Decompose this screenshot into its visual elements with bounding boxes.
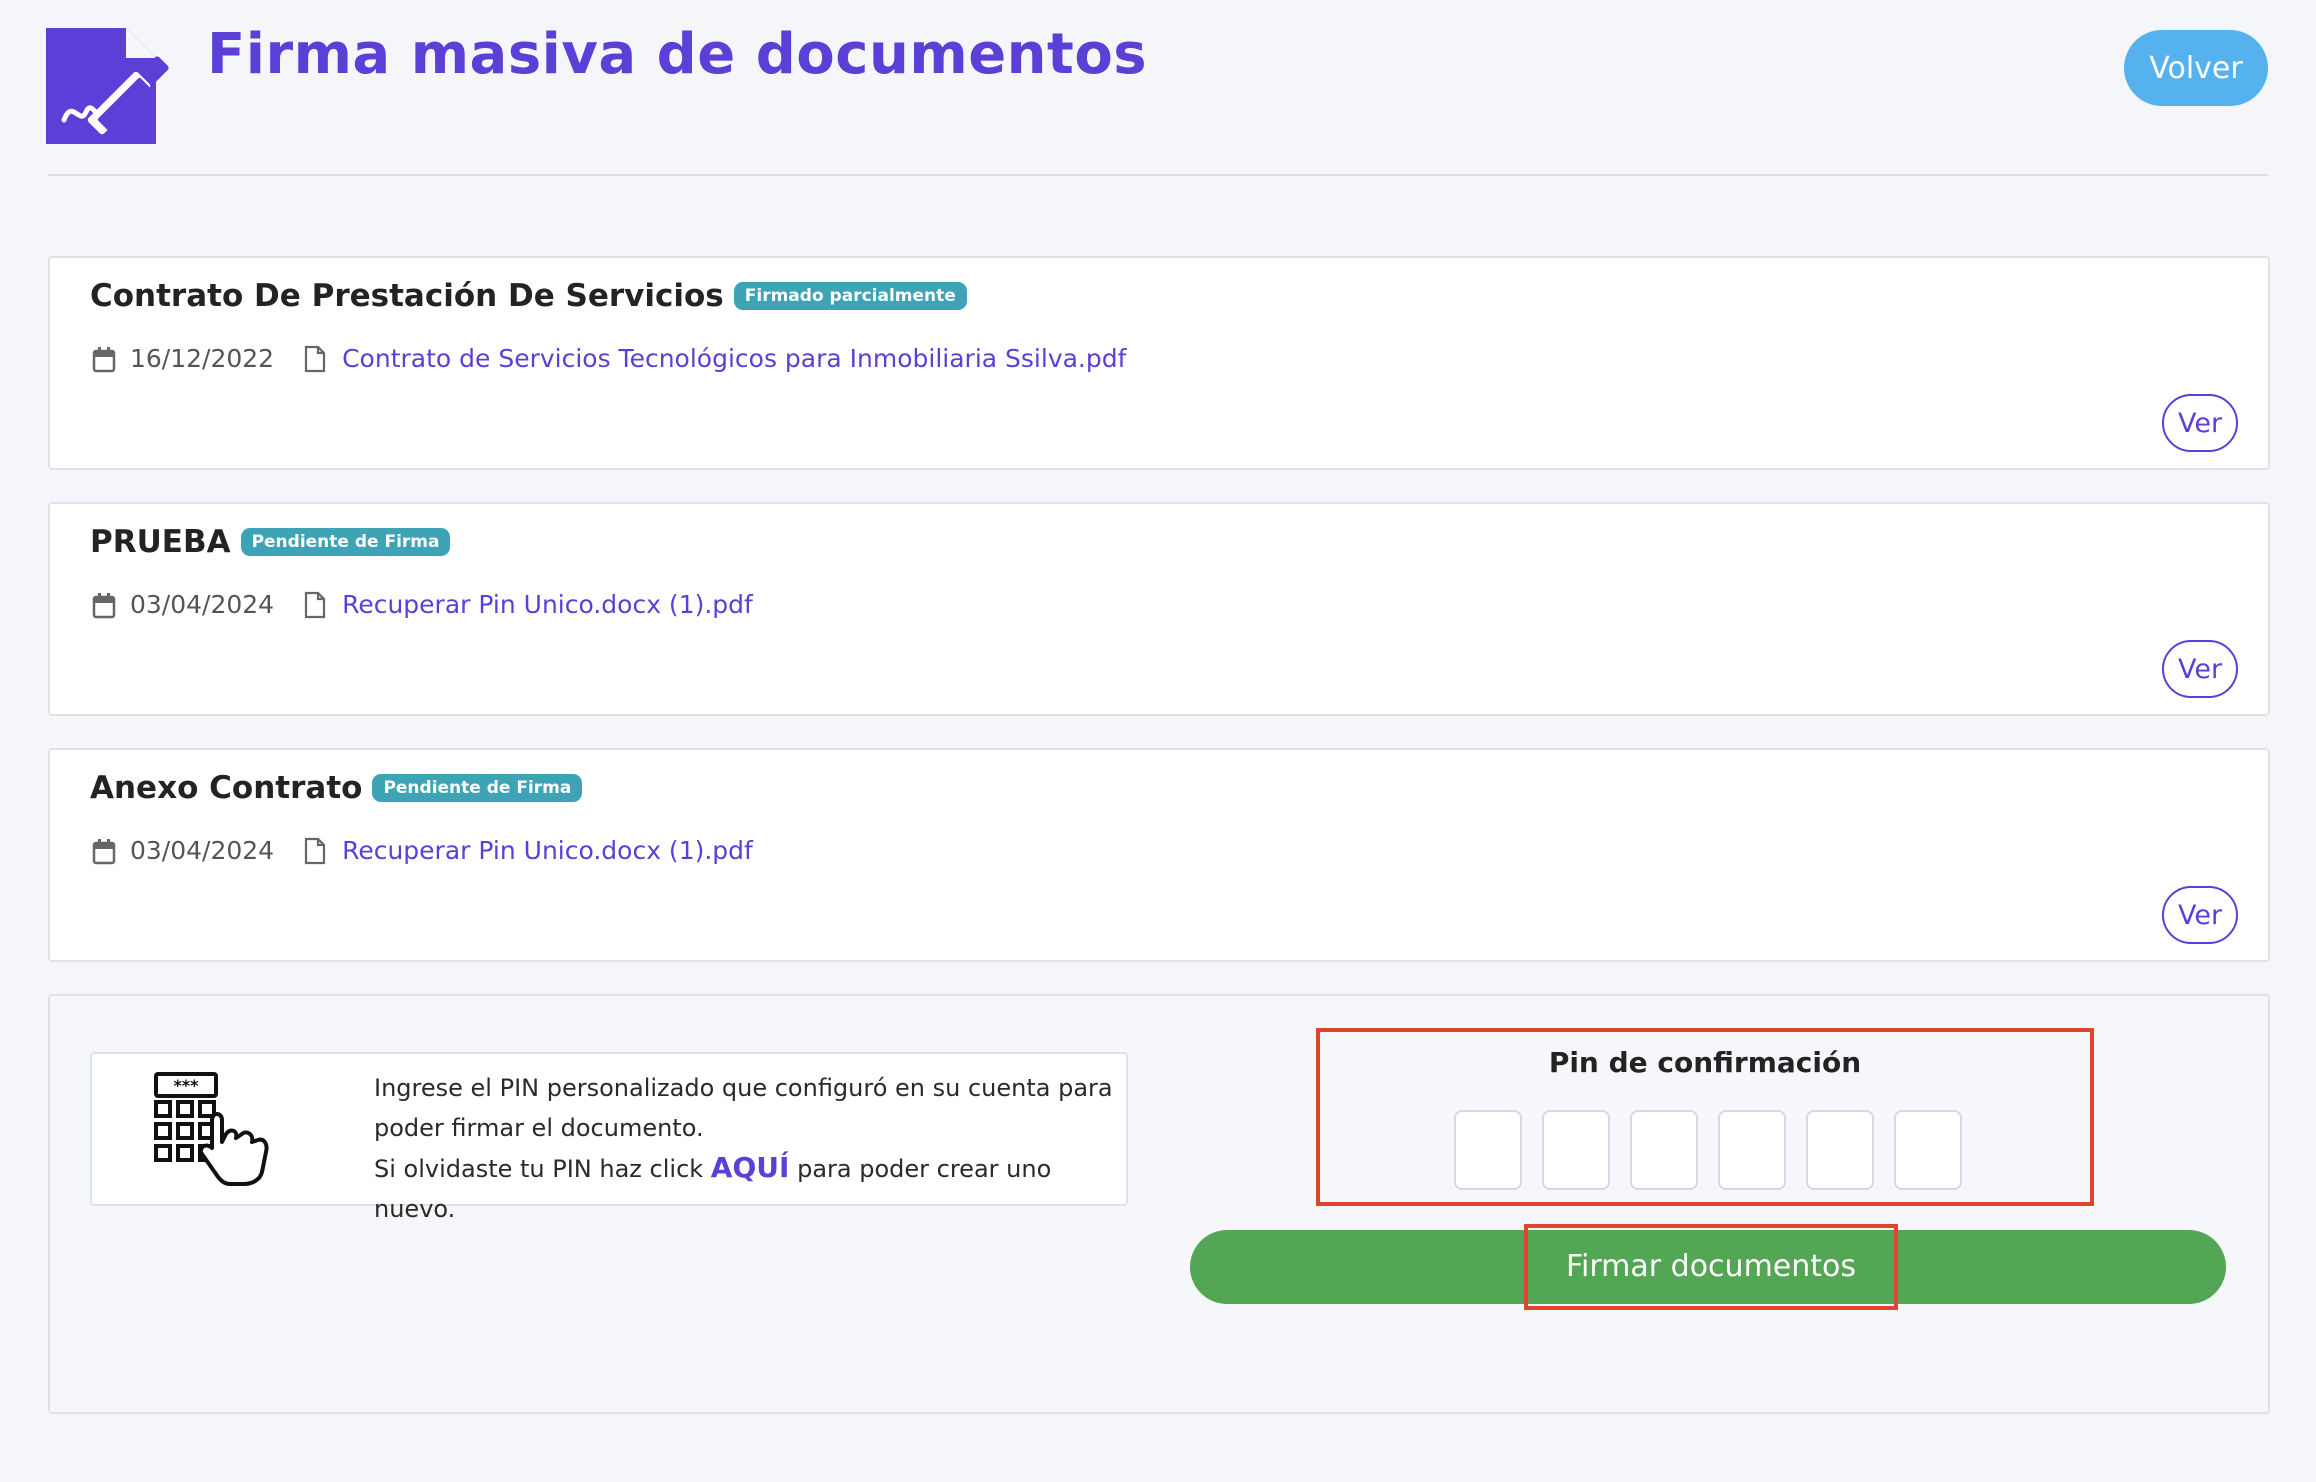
view-button[interactable]: Ver — [2162, 394, 2238, 452]
document-title: PRUEBA — [90, 524, 231, 560]
document-title: Anexo Contrato — [90, 770, 363, 806]
pin-label: Pin de confirmación — [1548, 1046, 1862, 1079]
view-button[interactable]: Ver — [2162, 640, 2238, 698]
file-icon — [304, 591, 328, 619]
document-card: Anexo Contrato Pendiente de Firma 03/04/… — [48, 748, 2270, 962]
document-file-link[interactable]: Recuperar Pin Unico.docx (1).pdf — [342, 590, 753, 619]
pin-digit-input[interactable] — [1718, 1110, 1786, 1190]
pin-digit-input[interactable] — [1894, 1110, 1962, 1190]
status-badge: Pendiente de Firma — [240, 528, 451, 556]
pin-info-box: *** Ingrese el PIN personalizado que con… — [90, 1052, 1128, 1223]
pin-confirmation-box: Pin de confirmación — [1316, 1028, 2094, 1206]
file-icon — [304, 837, 328, 865]
pin-digit-input[interactable] — [1806, 1110, 1874, 1190]
status-badge: Firmado parcialmente — [733, 282, 967, 310]
document-file-link[interactable]: Recuperar Pin Unico.docx (1).pdf — [342, 836, 753, 865]
pin-inputs — [1454, 1110, 1962, 1190]
document-date: 03/04/2024 — [130, 836, 275, 865]
keypad-touch-icon: *** — [154, 1072, 274, 1188]
pin-info-text: Ingrese el PIN personalizado que configu… — [374, 1068, 1114, 1229]
svg-text:***: *** — [173, 1076, 199, 1095]
view-button[interactable]: Ver — [2162, 886, 2238, 944]
status-badge: Pendiente de Firma — [372, 774, 583, 802]
document-date: 03/04/2024 — [130, 590, 275, 619]
sign-documents-label[interactable]: Firmar documentos — [1524, 1224, 1898, 1310]
document-card: Contrato De Prestación De Servicios Firm… — [48, 256, 2270, 470]
page-title: Firma masiva de documentos — [207, 22, 1148, 87]
pin-info-line2-prefix: Si olvidaste tu PIN haz click — [374, 1155, 704, 1183]
document-signature-icon — [46, 28, 176, 144]
calendar-icon — [92, 837, 116, 865]
document-date: 16/12/2022 — [130, 344, 275, 373]
create-pin-link[interactable]: AQUÍ — [711, 1151, 790, 1184]
document-card: PRUEBA Pendiente de Firma 03/04/2024 Rec… — [48, 502, 2270, 716]
document-file-link[interactable]: Contrato de Servicios Tecnológicos para … — [342, 344, 1126, 373]
pin-info-line1: Ingrese el PIN personalizado que configu… — [374, 1074, 1113, 1142]
header-divider — [48, 174, 2268, 176]
document-title: Contrato De Prestación De Servicios — [90, 278, 724, 314]
file-icon — [304, 345, 328, 373]
sign-panel: *** Ingrese el PIN personalizado que con… — [48, 994, 2270, 1414]
pin-digit-input[interactable] — [1630, 1110, 1698, 1190]
pin-digit-input[interactable] — [1454, 1110, 1522, 1190]
back-button[interactable]: Volver — [2124, 30, 2268, 106]
pin-digit-input[interactable] — [1542, 1110, 1610, 1190]
calendar-icon — [92, 591, 116, 619]
calendar-icon — [92, 345, 116, 373]
